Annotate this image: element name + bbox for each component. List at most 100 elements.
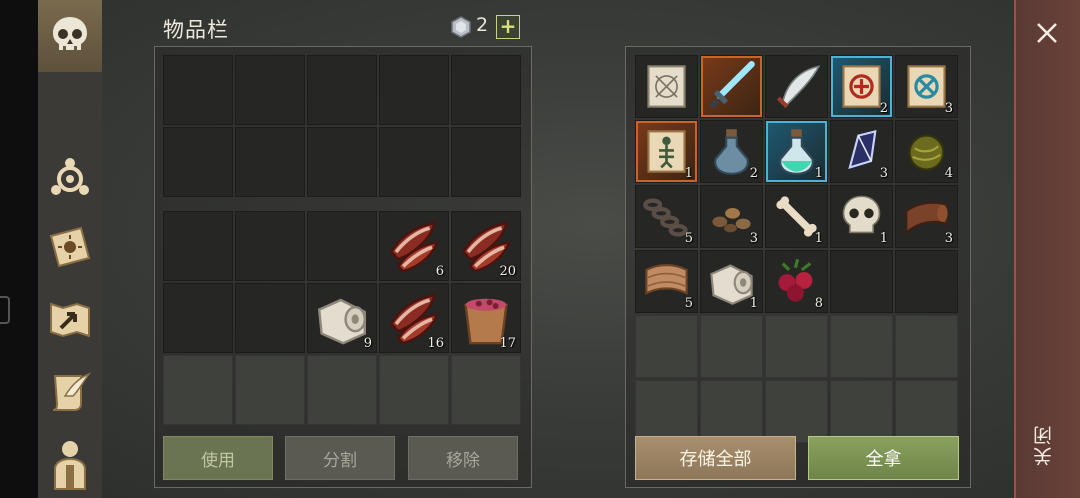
take-all-button[interactable]: 全拿 [808, 436, 959, 480]
item-slot[interactable]: 6 [379, 211, 449, 281]
item-slot[interactable]: 1 [700, 250, 763, 313]
blue-sword-icon [705, 60, 758, 113]
empty-slot[interactable] [379, 127, 449, 197]
empty-slot[interactable] [163, 55, 233, 125]
empty-slot[interactable] [895, 250, 958, 313]
item-quantity: 9 [363, 336, 372, 351]
close-icon[interactable] [1030, 16, 1064, 50]
empty-slot[interactable] [163, 355, 233, 425]
character-icon [45, 435, 95, 491]
backpack-grid: 6 20 9 16 17 [163, 211, 521, 425]
item-slot[interactable]: 3 [830, 120, 893, 183]
empty-slot[interactable] [895, 315, 958, 378]
item-slot[interactable]: 3 [700, 185, 763, 248]
empty-slot[interactable] [235, 55, 305, 125]
empty-slot[interactable] [379, 355, 449, 425]
empty-slot[interactable] [307, 355, 377, 425]
empty-slot[interactable] [163, 283, 233, 353]
tab-skull[interactable] [38, 0, 102, 72]
item-slot[interactable]: 9 [307, 283, 377, 353]
empty-slot[interactable] [235, 211, 305, 281]
item-slot[interactable] [635, 55, 698, 118]
empty-slot[interactable] [451, 55, 521, 125]
empty-slot[interactable] [895, 380, 958, 443]
item-quantity: 17 [499, 336, 516, 351]
add-gems-button[interactable]: + [496, 15, 520, 39]
empty-slot[interactable] [235, 127, 305, 197]
item-slot[interactable]: 20 [451, 211, 521, 281]
item-slot[interactable]: 1 [830, 185, 893, 248]
item-quantity: 5 [684, 296, 693, 311]
empty-slot[interactable] [830, 250, 893, 313]
empty-slot[interactable] [163, 211, 233, 281]
empty-slot[interactable] [765, 315, 828, 378]
tab-crafting[interactable] [38, 142, 102, 212]
empty-slot[interactable] [451, 127, 521, 197]
close-button[interactable]: 关闭 [1030, 424, 1064, 466]
item-slot[interactable]: 8 [765, 250, 828, 313]
skull-icon [47, 13, 93, 59]
use-button[interactable]: 使用 [163, 436, 273, 480]
container-grid: 2 3 1 2 1 3 4 5 3 1 1 3 5 1 8 [635, 55, 958, 443]
tab-character[interactable] [38, 428, 102, 498]
empty-slot[interactable] [451, 355, 521, 425]
empty-slot[interactable] [307, 211, 377, 281]
store-all-button[interactable]: 存储全部 [635, 436, 796, 480]
item-quantity: 1 [814, 231, 823, 246]
gem-icon [451, 16, 471, 38]
item-slot[interactable]: 2 [700, 120, 763, 183]
remove-button[interactable]: 移除 [408, 436, 518, 480]
item-quantity: 16 [427, 336, 444, 351]
item-slot[interactable]: 17 [451, 283, 521, 353]
scroll-feather-icon [45, 366, 95, 416]
empty-slot[interactable] [163, 127, 233, 197]
item-slot[interactable]: 2 [830, 55, 893, 118]
item-slot[interactable] [765, 55, 828, 118]
empty-slot[interactable] [635, 315, 698, 378]
item-slot[interactable] [700, 55, 763, 118]
tab-journal[interactable] [38, 212, 102, 282]
item-slot[interactable]: 1 [765, 185, 828, 248]
item-quantity: 3 [944, 101, 953, 116]
item-quantity: 5 [684, 231, 693, 246]
item-quantity: 1 [684, 166, 693, 181]
item-slot[interactable]: 4 [895, 120, 958, 183]
empty-slot[interactable] [830, 380, 893, 443]
item-slot[interactable]: 3 [895, 55, 958, 118]
scimitar-icon [770, 60, 823, 113]
split-button[interactable]: 分割 [285, 436, 395, 480]
item-quantity: 6 [435, 264, 444, 279]
item-quantity: 3 [879, 166, 888, 181]
item-quantity: 2 [749, 166, 758, 181]
item-quantity: 3 [944, 231, 953, 246]
item-quantity: 8 [814, 296, 823, 311]
empty-slot[interactable] [379, 55, 449, 125]
item-slot[interactable]: 3 [895, 185, 958, 248]
item-slot[interactable]: 16 [379, 283, 449, 353]
empty-slot[interactable] [307, 127, 377, 197]
item-quantity: 2 [879, 101, 888, 116]
item-quantity: 4 [944, 166, 953, 181]
tab-quests[interactable] [38, 356, 102, 426]
map-scroll-icon [640, 60, 693, 113]
item-slot[interactable]: 1 [635, 120, 698, 183]
item-quantity: 1 [749, 296, 758, 311]
empty-slot[interactable] [235, 283, 305, 353]
empty-slot[interactable] [235, 355, 305, 425]
gem-count: 2 [476, 14, 489, 36]
item-quantity: 1 [879, 231, 888, 246]
empty-slot[interactable] [635, 380, 698, 443]
empty-slot[interactable] [700, 380, 763, 443]
empty-slot[interactable] [765, 380, 828, 443]
empty-slot[interactable] [307, 55, 377, 125]
screen-edge [0, 0, 38, 498]
tab-map[interactable] [38, 284, 102, 354]
empty-slot[interactable] [700, 315, 763, 378]
item-slot[interactable]: 1 [765, 120, 828, 183]
sun-book-icon [45, 222, 95, 272]
item-slot[interactable]: 5 [635, 250, 698, 313]
item-slot[interactable]: 5 [635, 185, 698, 248]
page-title: 物品栏 [163, 18, 229, 42]
empty-slot[interactable] [830, 315, 893, 378]
sidebar [38, 0, 102, 498]
